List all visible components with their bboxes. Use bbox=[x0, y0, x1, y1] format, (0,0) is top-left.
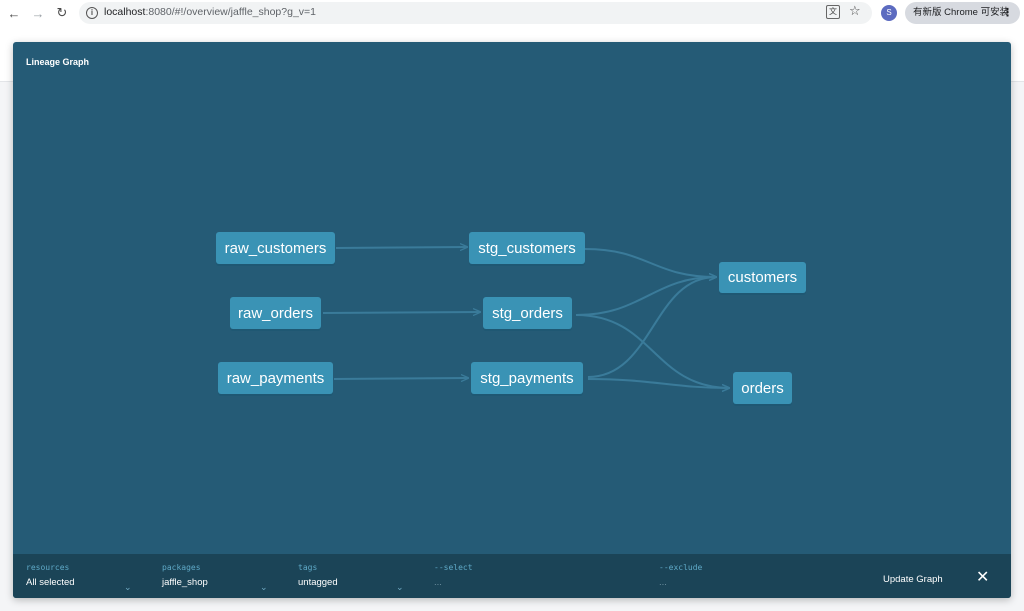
node-stg_customers[interactable]: stg_customers bbox=[469, 232, 585, 264]
resources-filter-value: All selected bbox=[26, 577, 75, 588]
address-bar[interactable]: i localhost:8080/#!/overview/jaffle_shop… bbox=[79, 2, 872, 24]
node-stg_payments[interactable]: stg_payments bbox=[471, 362, 583, 394]
edge-stg_customers-customers bbox=[584, 248, 716, 277]
node-orders[interactable]: orders bbox=[733, 372, 792, 404]
node-raw_payments[interactable]: raw_payments bbox=[218, 362, 333, 394]
chevron-down-icon: ⌄ bbox=[396, 582, 404, 592]
resources-filter[interactable]: resources All selected ⌄ bbox=[26, 563, 132, 592]
select-input[interactable]: --select ... bbox=[434, 563, 634, 588]
browser-toolbar: ← → ↻ i localhost:8080/#!/overview/jaffl… bbox=[0, 0, 1024, 26]
chrome-update-button[interactable]: 有新版 Chrome 可安装 ⋮ bbox=[905, 2, 1020, 24]
packages-filter-label: packages bbox=[162, 563, 201, 572]
chevron-down-icon: ⌄ bbox=[124, 582, 132, 592]
update-graph-button[interactable]: Update Graph bbox=[883, 574, 943, 585]
edge-raw_orders-stg_orders bbox=[322, 312, 480, 313]
edge-raw_payments-stg_payments bbox=[333, 378, 468, 379]
node-raw_customers[interactable]: raw_customers bbox=[216, 232, 335, 264]
node-stg_orders[interactable]: stg_orders bbox=[483, 297, 572, 329]
more-menu-icon: ⋮ bbox=[1002, 7, 1013, 19]
packages-filter[interactable]: packages jaffle_shop ⌄ bbox=[162, 563, 268, 592]
tags-filter[interactable]: tags untagged ⌄ bbox=[298, 563, 404, 592]
lineage-graph-modal: Lineage Graph raw_customers raw_orders r… bbox=[13, 42, 1011, 598]
exclude-input-value: ... bbox=[659, 577, 667, 588]
bookmark-star-icon[interactable]: ☆ bbox=[849, 3, 861, 19]
tags-filter-label: tags bbox=[298, 563, 318, 572]
edge-stg_payments-customers bbox=[587, 277, 716, 378]
lineage-graph[interactable]: raw_customers raw_orders raw_payments st… bbox=[13, 42, 1011, 554]
close-icon[interactable]: ✕ bbox=[976, 570, 989, 586]
exclude-input[interactable]: --exclude ... bbox=[659, 563, 859, 588]
url-host: localhost bbox=[104, 6, 146, 18]
url-text: localhost:8080/#!/overview/jaffle_shop?g… bbox=[104, 6, 316, 18]
packages-filter-value: jaffle_shop bbox=[162, 577, 208, 588]
site-info-icon[interactable]: i bbox=[86, 7, 98, 19]
translate-icon[interactable]: 文 bbox=[826, 5, 840, 19]
select-input-value: ... bbox=[434, 577, 442, 588]
tags-filter-value: untagged bbox=[298, 577, 338, 588]
select-input-label: --select bbox=[434, 563, 473, 572]
edge-raw_customers-stg_customers bbox=[335, 247, 467, 248]
graph-filter-bar: resources All selected ⌄ packages jaffle… bbox=[13, 554, 1011, 598]
forward-arrow-icon[interactable]: → bbox=[28, 3, 48, 23]
profile-avatar[interactable]: S bbox=[881, 5, 897, 21]
edge-stg_payments-orders bbox=[587, 378, 729, 388]
back-arrow-icon[interactable]: ← bbox=[4, 3, 24, 23]
node-raw_orders[interactable]: raw_orders bbox=[230, 297, 321, 329]
node-customers[interactable]: customers bbox=[719, 262, 806, 293]
chrome-update-label: 有新版 Chrome 可安装 bbox=[913, 7, 1010, 18]
exclude-input-label: --exclude bbox=[659, 563, 703, 572]
resources-filter-label: resources bbox=[26, 563, 70, 572]
edge-stg_orders-customers bbox=[575, 277, 716, 316]
chevron-down-icon: ⌄ bbox=[260, 582, 268, 592]
reload-icon[interactable]: ↻ bbox=[52, 3, 72, 23]
url-path: :8080/#!/overview/jaffle_shop?g_v=1 bbox=[145, 6, 317, 18]
